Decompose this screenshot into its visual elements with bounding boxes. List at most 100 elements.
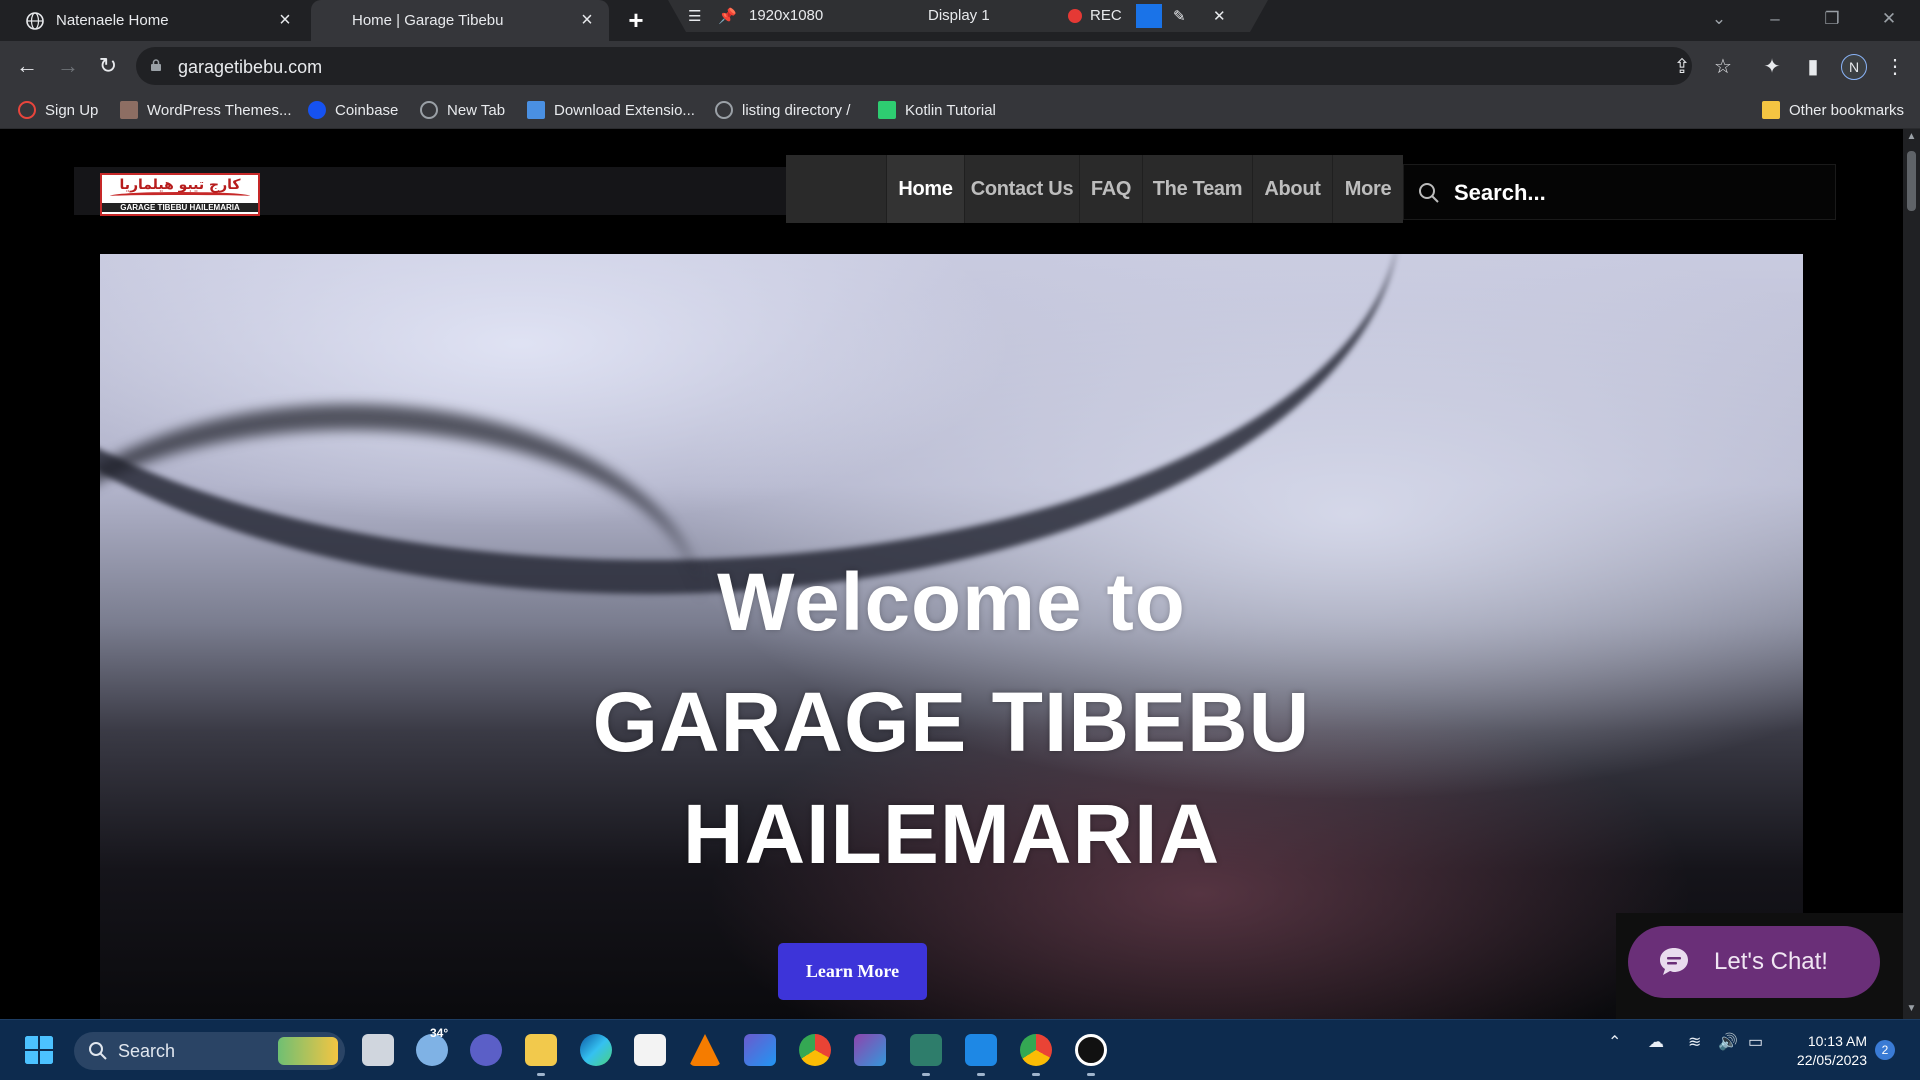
- bookmark-label: Download Extensio...: [554, 101, 695, 119]
- wifi-icon[interactable]: ≋: [1688, 1032, 1701, 1052]
- copilot-icon[interactable]: [854, 1034, 886, 1066]
- running-indicator: [1032, 1073, 1040, 1076]
- bookmark-wordpress-themes[interactable]: WordPress Themes...: [120, 99, 292, 121]
- nav-item-contact-us[interactable]: Contact Us: [964, 155, 1079, 223]
- share-icon[interactable]: ⇪: [1669, 54, 1695, 80]
- nav-item-home[interactable]: Home: [886, 155, 964, 223]
- minimize-icon[interactable]: –: [1752, 0, 1798, 41]
- bookmark-listing-directory[interactable]: listing directory /: [715, 99, 850, 121]
- more-menu-icon[interactable]: ⋮: [1882, 54, 1908, 80]
- weather-temp: 34°: [430, 1026, 449, 1040]
- bookmark-new-tab[interactable]: New Tab: [420, 99, 505, 121]
- record-dot-icon: [1068, 9, 1082, 23]
- scroll-up-icon[interactable]: ▲: [1903, 131, 1920, 145]
- kotlin-icon: [878, 101, 896, 119]
- tab-garage-tibebu[interactable]: Home | Garage Tibebu ×: [311, 0, 609, 41]
- close-tab-icon[interactable]: ×: [275, 10, 295, 30]
- pen-icon[interactable]: ✎: [1173, 7, 1186, 25]
- microsoft-store-icon[interactable]: [634, 1034, 666, 1066]
- wordpress-icon: [120, 101, 138, 119]
- nav-item-more[interactable]: More: [1332, 155, 1403, 223]
- battery-icon[interactable]: ▭: [1748, 1032, 1763, 1052]
- download-extension-icon: [527, 101, 545, 119]
- system-clock[interactable]: 10:13 AM 22/05/2023: [1785, 1032, 1867, 1070]
- tab-title: Home | Garage Tibebu: [352, 12, 504, 29]
- running-indicator: [537, 1073, 545, 1076]
- side-panel-icon[interactable]: ▮: [1800, 54, 1826, 80]
- hero-title: GARAGE TIBEBU HAILEMARIA: [100, 666, 1803, 890]
- bookmark-download-extension[interactable]: Download Extensio...: [527, 99, 695, 121]
- vlc-icon[interactable]: [689, 1034, 721, 1066]
- bookmark-label: New Tab: [447, 101, 506, 119]
- url-text[interactable]: garagetibebu.com: [178, 57, 322, 78]
- display-label[interactable]: Display 1: [928, 7, 990, 24]
- bookmark-label: Other bookmarks: [1789, 101, 1905, 119]
- screen-recorder-icon[interactable]: [1075, 1034, 1107, 1066]
- window-close-icon[interactable]: ✕: [1866, 0, 1912, 41]
- tab-natenaele-home[interactable]: Natenaele Home ×: [10, 0, 307, 41]
- sign-up-icon: [18, 101, 36, 119]
- running-indicator: [1087, 1073, 1095, 1076]
- browser-tab-bar: Natenaele Home × Home | Garage Tibebu × …: [0, 0, 1920, 41]
- volume-icon[interactable]: 🔊: [1718, 1032, 1738, 1052]
- scroll-down-icon[interactable]: ▼: [1903, 1003, 1920, 1017]
- bookmark-star-icon[interactable]: ☆: [1710, 54, 1736, 80]
- page-scrollbar[interactable]: ▲ ▼: [1903, 129, 1920, 1019]
- search-icon: [1419, 183, 1439, 203]
- hero-title-line-1: GARAGE TIBEBU: [592, 675, 1311, 769]
- show-hidden-icons-icon[interactable]: ⌃: [1608, 1032, 1621, 1052]
- bookmark-sign-up[interactable]: Sign Up: [18, 99, 98, 121]
- close-icon[interactable]: ✕: [1213, 7, 1226, 25]
- chevron-down-icon[interactable]: ⌄: [1696, 0, 1742, 41]
- back-icon[interactable]: ←: [12, 51, 42, 81]
- chrome-profile-icon[interactable]: [1020, 1034, 1052, 1066]
- nav-item-the-team[interactable]: The Team: [1142, 155, 1252, 223]
- bookmark-kotlin-tutorial[interactable]: Kotlin Tutorial: [878, 99, 996, 121]
- tab-title: Natenaele Home: [56, 12, 169, 29]
- car-silhouette-icon: [110, 192, 250, 200]
- taskbar-search[interactable]: Search: [74, 1032, 345, 1070]
- hamburger-icon[interactable]: ☰: [688, 7, 701, 25]
- bookmark-label: WordPress Themes...: [147, 101, 292, 119]
- notification-badge[interactable]: 2: [1875, 1040, 1895, 1060]
- teams-chat-icon[interactable]: [470, 1034, 502, 1066]
- onedrive-icon[interactable]: ☁: [1648, 1032, 1664, 1052]
- power-automate-icon[interactable]: [744, 1034, 776, 1066]
- new-tab-button[interactable]: +: [622, 7, 650, 35]
- coinbase-icon: [308, 101, 326, 119]
- learn-more-button[interactable]: Learn More: [778, 943, 927, 1000]
- forward-icon[interactable]: →: [53, 51, 83, 81]
- profile-avatar[interactable]: N: [1841, 54, 1867, 80]
- file-explorer-icon[interactable]: [525, 1034, 557, 1066]
- restore-icon[interactable]: ❐: [1809, 0, 1855, 41]
- bookmarks-bar: Sign Up WordPress Themes... Coinbase New…: [0, 91, 1920, 129]
- nav-item-about[interactable]: About: [1252, 155, 1332, 223]
- nav-item-faq[interactable]: FAQ: [1079, 155, 1142, 223]
- chatgpt-app-icon[interactable]: [910, 1034, 942, 1066]
- close-tab-icon[interactable]: ×: [577, 10, 597, 30]
- edge-icon[interactable]: [580, 1034, 612, 1066]
- vscode-icon[interactable]: [965, 1034, 997, 1066]
- other-bookmarks-folder[interactable]: Other bookmarks: [1762, 99, 1904, 121]
- windows-taskbar: Search 34° ⌃ ☁ ≋ 🔊 ▭ 10:13 AM 22/05/2023…: [0, 1019, 1920, 1080]
- chrome-icon[interactable]: [799, 1034, 831, 1066]
- reload-icon[interactable]: ↻: [93, 51, 123, 81]
- search-placeholder: Search...: [1454, 180, 1546, 205]
- pin-icon[interactable]: 📌: [718, 7, 737, 25]
- screen-recorder-bar: ☰ 📌 1920x1080 Display 1 REC ✎ ✕: [668, 0, 1268, 32]
- site-logo[interactable]: كارج تيبو هيلماريا GARAGE TIBEBU HAILEMA…: [100, 173, 260, 216]
- rec-label[interactable]: REC: [1090, 7, 1122, 24]
- globe-icon: [26, 11, 44, 30]
- scrollbar-thumb[interactable]: [1907, 151, 1916, 211]
- extensions-icon[interactable]: ✦: [1759, 54, 1785, 80]
- address-bar[interactable]: garagetibebu.com: [136, 47, 1692, 85]
- search-icon: [89, 1042, 107, 1060]
- site-search-input[interactable]: Search...: [1403, 164, 1836, 220]
- main-navigation: Home Contact Us FAQ The Team About More: [786, 155, 1403, 223]
- lets-chat-button[interactable]: Let's Chat!: [1628, 926, 1880, 998]
- windows-start-icon[interactable]: [24, 1035, 54, 1065]
- camera-icon[interactable]: [1136, 4, 1162, 28]
- task-view-icon[interactable]: [362, 1034, 394, 1066]
- bookmark-coinbase[interactable]: Coinbase: [308, 99, 398, 121]
